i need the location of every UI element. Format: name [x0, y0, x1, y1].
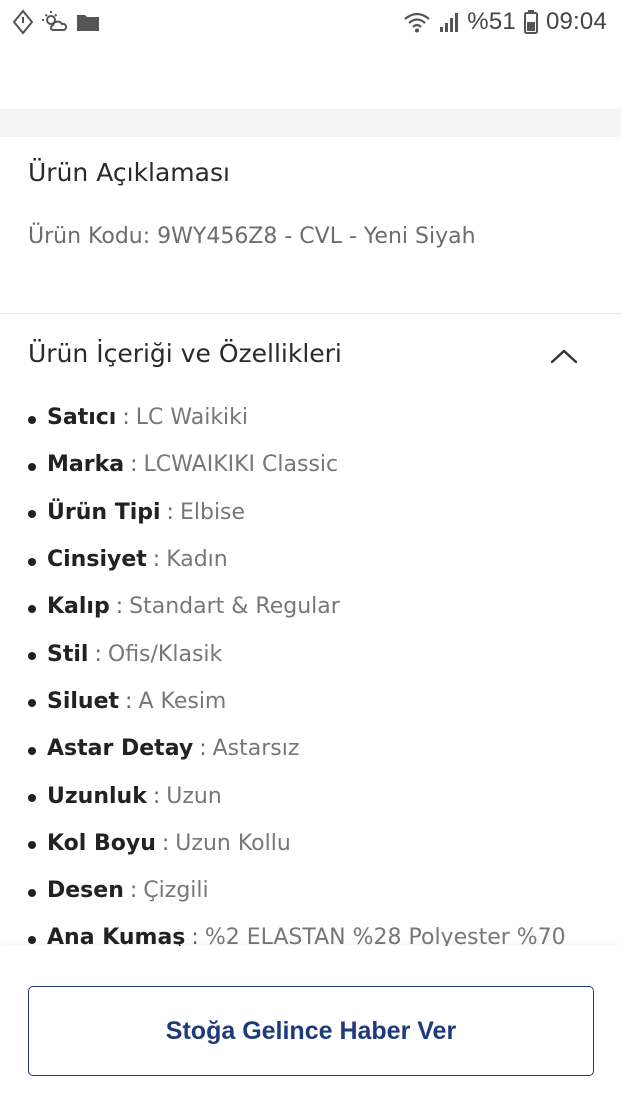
bullet: [28, 557, 36, 566]
wifi-icon: [403, 11, 431, 33]
property-separator: :: [191, 925, 199, 946]
list-item: Uzunluk: Uzun: [28, 772, 608, 819]
list-item: Astar Detay: Astarsız: [28, 725, 608, 772]
battery-percentage: %51: [467, 8, 516, 35]
notify-when-in-stock-button[interactable]: Stoğa Gelince Haber Ver: [28, 986, 594, 1076]
property-separator: :: [161, 830, 170, 856]
navigation-icon: [12, 9, 34, 35]
property-separator: :: [115, 594, 124, 620]
property-name: Desen: [47, 878, 124, 904]
bullet: [28, 746, 36, 755]
list-item: Siluet: A Kesim: [28, 678, 608, 725]
list-item: Ana Kumaş: %2 ELASTAN %28 Polyester %70: [28, 914, 608, 946]
list-item: Stil: Ofis/Klasik: [28, 630, 608, 677]
features-list: Satıcı: LC Waikiki Marka: LCWAIKIKI Classi…: [28, 394, 608, 946]
property-value: Standart & Regular: [129, 594, 340, 620]
property-separator: :: [166, 499, 174, 525]
folder-icon: [76, 12, 100, 32]
property-separator: :: [122, 405, 130, 431]
product-code: Ürün Kodu: 9WY456Z8 - CVL - Yeni Siyah: [28, 224, 476, 249]
property-value: Çizgili: [143, 878, 209, 904]
list-item: Kol Boyu: Uzun Kollu: [28, 820, 608, 867]
bullet: [28, 510, 36, 519]
property-separator: :: [129, 878, 138, 904]
property-value: A Kesim: [138, 688, 227, 714]
property-value: Uzun: [166, 783, 222, 809]
chevron-up-icon[interactable]: [548, 340, 580, 372]
property-name: Marka: [47, 452, 125, 478]
property-name: Kol Boyu: [47, 830, 156, 856]
status-left-icons: [12, 9, 100, 35]
section-spacer: [0, 109, 621, 137]
property-name: Kalıp: [47, 594, 110, 620]
property-name: Cinsiyet: [47, 547, 147, 573]
clock: 09:04: [545, 8, 607, 35]
list-item: Satıcı: LC Waikiki: [28, 394, 608, 441]
weather-icon: [42, 10, 68, 34]
property-value: Ofis/Klasik: [107, 641, 223, 667]
bullet: [28, 841, 36, 850]
property-separator: :: [130, 452, 138, 478]
list-item: Marka: LCWAIKIKI Classic: [28, 441, 608, 488]
property-name: Satıcı: [47, 405, 117, 431]
property-value: Astarsız: [212, 736, 300, 762]
property-separator: :: [152, 783, 161, 809]
property-value: LCWAIKIKI Classic: [143, 452, 339, 478]
property-separator: :: [199, 736, 207, 762]
property-name: Astar Detay: [47, 736, 194, 762]
list-item: Desen: Çizgili: [28, 867, 608, 914]
property-value: Elbise: [179, 499, 246, 525]
property-name: Ana Kumaş: [47, 925, 186, 946]
list-item: Kalıp: Standart & Regular: [28, 583, 608, 630]
list-item: Ürün Tipi: Elbise: [28, 489, 608, 536]
property-value: %2 ELASTAN %28 Polyester %70: [204, 925, 566, 946]
bullet: [28, 699, 36, 708]
list-item: Cinsiyet: Kadın: [28, 536, 608, 583]
bullet: [28, 888, 36, 897]
description-title: Ürün Açıklaması: [28, 158, 230, 187]
property-name: Stil: [47, 641, 89, 667]
property-name: Siluet: [47, 688, 120, 714]
bullet: [28, 415, 36, 424]
property-name: Ürün Tipi: [47, 499, 161, 525]
bullet: [28, 935, 36, 944]
status-right-icons: %51 09:04: [403, 8, 607, 36]
bullet: [28, 604, 36, 613]
property-value: Uzun Kollu: [175, 830, 291, 856]
features-title[interactable]: Ürün İçeriği ve Özellikleri: [28, 339, 342, 368]
bullet: [28, 794, 36, 803]
bullet: [28, 652, 36, 661]
battery-icon: [523, 10, 538, 34]
bullet: [28, 462, 36, 471]
property-value: LC Waikiki: [135, 405, 249, 431]
status-bar: %51 09:04: [0, 0, 621, 44]
property-value: Kadın: [166, 547, 228, 573]
property-separator: :: [152, 547, 161, 573]
property-separator: :: [94, 641, 102, 667]
signal-icon: [439, 11, 459, 33]
property-separator: :: [125, 688, 133, 714]
property-name: Uzunluk: [47, 783, 147, 809]
section-divider: [0, 313, 621, 314]
